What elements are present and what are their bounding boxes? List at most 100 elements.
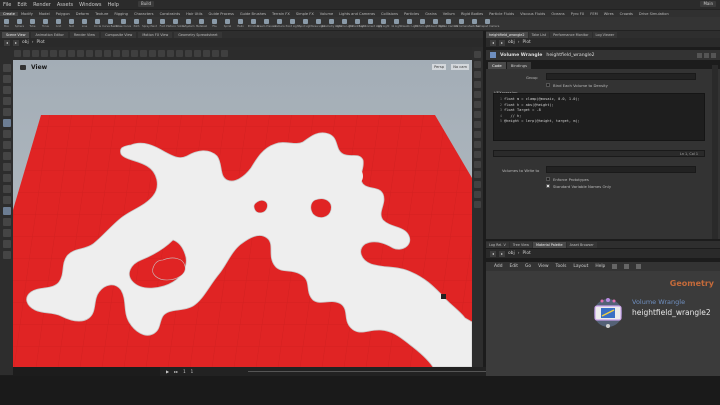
display-option-icon[interactable] [474, 121, 481, 128]
shelf-tool-sky-light[interactable]: Sky Light [377, 17, 390, 30]
help-icon[interactable] [704, 52, 709, 58]
shelf-tool-torus[interactable]: Torus [39, 17, 52, 30]
viewport-tool-icon[interactable] [59, 50, 66, 57]
display-option-icon[interactable] [474, 71, 481, 78]
shelf-tool-gamepad-camera[interactable]: Gamepad Camera [476, 17, 499, 30]
shelf-tool-point-light[interactable]: Point Light [286, 17, 299, 30]
viewport-tool-icon[interactable] [176, 50, 183, 57]
shelf-tool-sphere[interactable]: Sphere [13, 17, 26, 30]
menu-tools[interactable]: Tools [556, 264, 567, 269]
grid-icon[interactable] [636, 264, 642, 269]
shelf-tab-volume[interactable]: Volume [317, 12, 336, 16]
shelf-tab-particles[interactable]: Particles [401, 12, 422, 16]
shelf-tool-helix[interactable]: Helix [234, 17, 247, 30]
shelf-tab-drive-sim[interactable]: Drive Simulation [636, 12, 672, 16]
forward-arrow-icon[interactable]: ▸ [13, 39, 19, 46]
shelf-tool-metaball[interactable]: Metaball [195, 17, 208, 30]
node-name-label[interactable]: heightfield_wrangle2 [632, 308, 711, 317]
shelf-tool-stereo-camera[interactable]: Stereo Camera [439, 17, 458, 30]
shelf-tool-file[interactable]: File [208, 17, 221, 30]
bind-each-checkbox[interactable] [546, 83, 550, 87]
left-tool-icon[interactable] [2, 108, 11, 116]
viewport-tool-icon[interactable] [104, 50, 111, 57]
display-option-icon[interactable] [474, 91, 481, 98]
param-scrollbar[interactable] [712, 65, 718, 239]
menu-help[interactable]: Help [595, 264, 605, 269]
camera-menu[interactable]: Persp [432, 64, 446, 70]
left-tool-icon[interactable] [2, 174, 11, 182]
menu-windows[interactable]: Windows [79, 2, 101, 8]
tab-motion-fx-view[interactable]: Motion FX View [138, 31, 173, 38]
shelf-tool-l-system[interactable]: L-System [182, 17, 195, 30]
shelf-tool-spot-light[interactable]: Spot Light [299, 17, 312, 30]
shelf-tool-spray-paint[interactable]: Spray Paint [142, 17, 157, 30]
step-forward-icon[interactable]: ▸▸ [174, 369, 178, 374]
viewport-tool-icon[interactable] [131, 50, 138, 57]
shelf-tool-geometry-light[interactable]: Geometry Light [321, 17, 342, 30]
shelf-tab-collisions[interactable]: Collisions [378, 12, 401, 16]
shelf-tool-distant-light[interactable]: Distant Light [349, 17, 366, 30]
shelf-tool-draw-curve[interactable]: Draw Curve [116, 17, 131, 30]
tab-log-viewer[interactable]: Log Viewer [592, 31, 618, 38]
display-option-icon[interactable] [474, 181, 481, 188]
shelf-tab-wires[interactable]: Wires [601, 12, 617, 16]
shelf-tab-viscous-fluids[interactable]: Viscous Fluids [517, 12, 548, 16]
network-editor[interactable]: Geometry Volume Wrangle heightfield_wran… [486, 271, 720, 376]
vex-code-editor[interactable]: 1 float m = clamp(@mosaic, 0.0, 1.0); 2 fl… [493, 93, 705, 141]
left-tool-icon[interactable] [2, 86, 11, 94]
shelf-tab-lights-cameras[interactable]: Lights and Cameras [336, 12, 378, 16]
left-tool-icon[interactable] [2, 240, 11, 248]
shelf-tab-deform[interactable]: Deform [73, 12, 92, 16]
left-tool-icon[interactable] [2, 196, 11, 204]
shelf-tool-spiral[interactable]: Spiral [221, 17, 234, 30]
display-option-icon[interactable] [474, 171, 481, 178]
left-tool-icon[interactable] [2, 97, 11, 105]
shelf-tab-rigging[interactable]: Rigging [111, 12, 131, 16]
shelf-tool-font[interactable]: Font [156, 17, 169, 30]
shelf-tool-ambient-light[interactable]: Ambient Light [426, 17, 445, 30]
back-arrow-icon[interactable]: ◂ [490, 39, 496, 46]
viewport-tool-icon[interactable] [14, 50, 21, 57]
volume-wrangle-node-icon[interactable] [588, 296, 628, 330]
display-option-icon[interactable] [474, 201, 481, 208]
shelf-tab-characters[interactable]: Characters [131, 12, 157, 16]
tab-asset-browser[interactable]: Asset Browser [566, 241, 597, 248]
shelf-tab-oceans[interactable]: Oceans [548, 12, 567, 16]
viewport-tool-icon[interactable] [77, 50, 84, 57]
viewport-tool-icon[interactable] [221, 50, 228, 57]
menu-assets[interactable]: Assets [57, 2, 73, 8]
tab-bindings[interactable]: Bindings [506, 62, 532, 69]
viewport-tool-icon[interactable] [68, 50, 75, 57]
left-tool-icon[interactable] [2, 207, 11, 215]
left-tool-icon[interactable] [2, 152, 11, 160]
frame-field[interactable]: 1 [183, 369, 186, 374]
viewport-tool-icon[interactable] [194, 50, 201, 57]
shelf-tab-guide-brushes[interactable]: Guide Brushes [237, 12, 269, 16]
menu-view[interactable]: View [538, 264, 548, 269]
shelf-tab-fem[interactable]: FEM [587, 12, 600, 16]
path-plot[interactable]: Plot [522, 251, 530, 256]
left-tool-icon[interactable] [2, 64, 11, 72]
shelf-tab-pyro-fx[interactable]: Pyro FX [568, 12, 588, 16]
forward-arrow-icon[interactable]: ▸ [499, 39, 505, 46]
shelf-tab-model[interactable]: Model [36, 12, 53, 16]
viewport-tool-icon[interactable] [212, 50, 219, 57]
viewport-tool-icon[interactable] [32, 50, 39, 57]
tab-log[interactable]: Log Rel. V [486, 241, 509, 248]
shelf-tab-texture[interactable]: Texture [92, 12, 111, 16]
left-tool-icon[interactable] [2, 229, 11, 237]
viewport-tool-icon[interactable] [167, 50, 174, 57]
menu-edit[interactable]: Edit [17, 2, 27, 8]
display-option-icon[interactable] [474, 141, 481, 148]
menu-add[interactable]: Add [494, 264, 503, 269]
left-tool-icon[interactable] [2, 119, 11, 127]
left-tool-icon[interactable] [2, 163, 11, 171]
tab-take-list[interactable]: Take List [528, 31, 550, 38]
tab-material-palette[interactable]: Material Palette [533, 241, 566, 248]
viewport-tool-icon[interactable] [113, 50, 120, 57]
viewport-tool-icon[interactable] [95, 50, 102, 57]
camera-select-menu[interactable]: No cam [451, 64, 469, 70]
display-option-icon[interactable] [474, 151, 481, 158]
shelf-tool-caustic-light[interactable]: Caustic Light [401, 17, 418, 30]
shelf-tab-hair-utils[interactable]: Hair Utils [183, 12, 205, 16]
